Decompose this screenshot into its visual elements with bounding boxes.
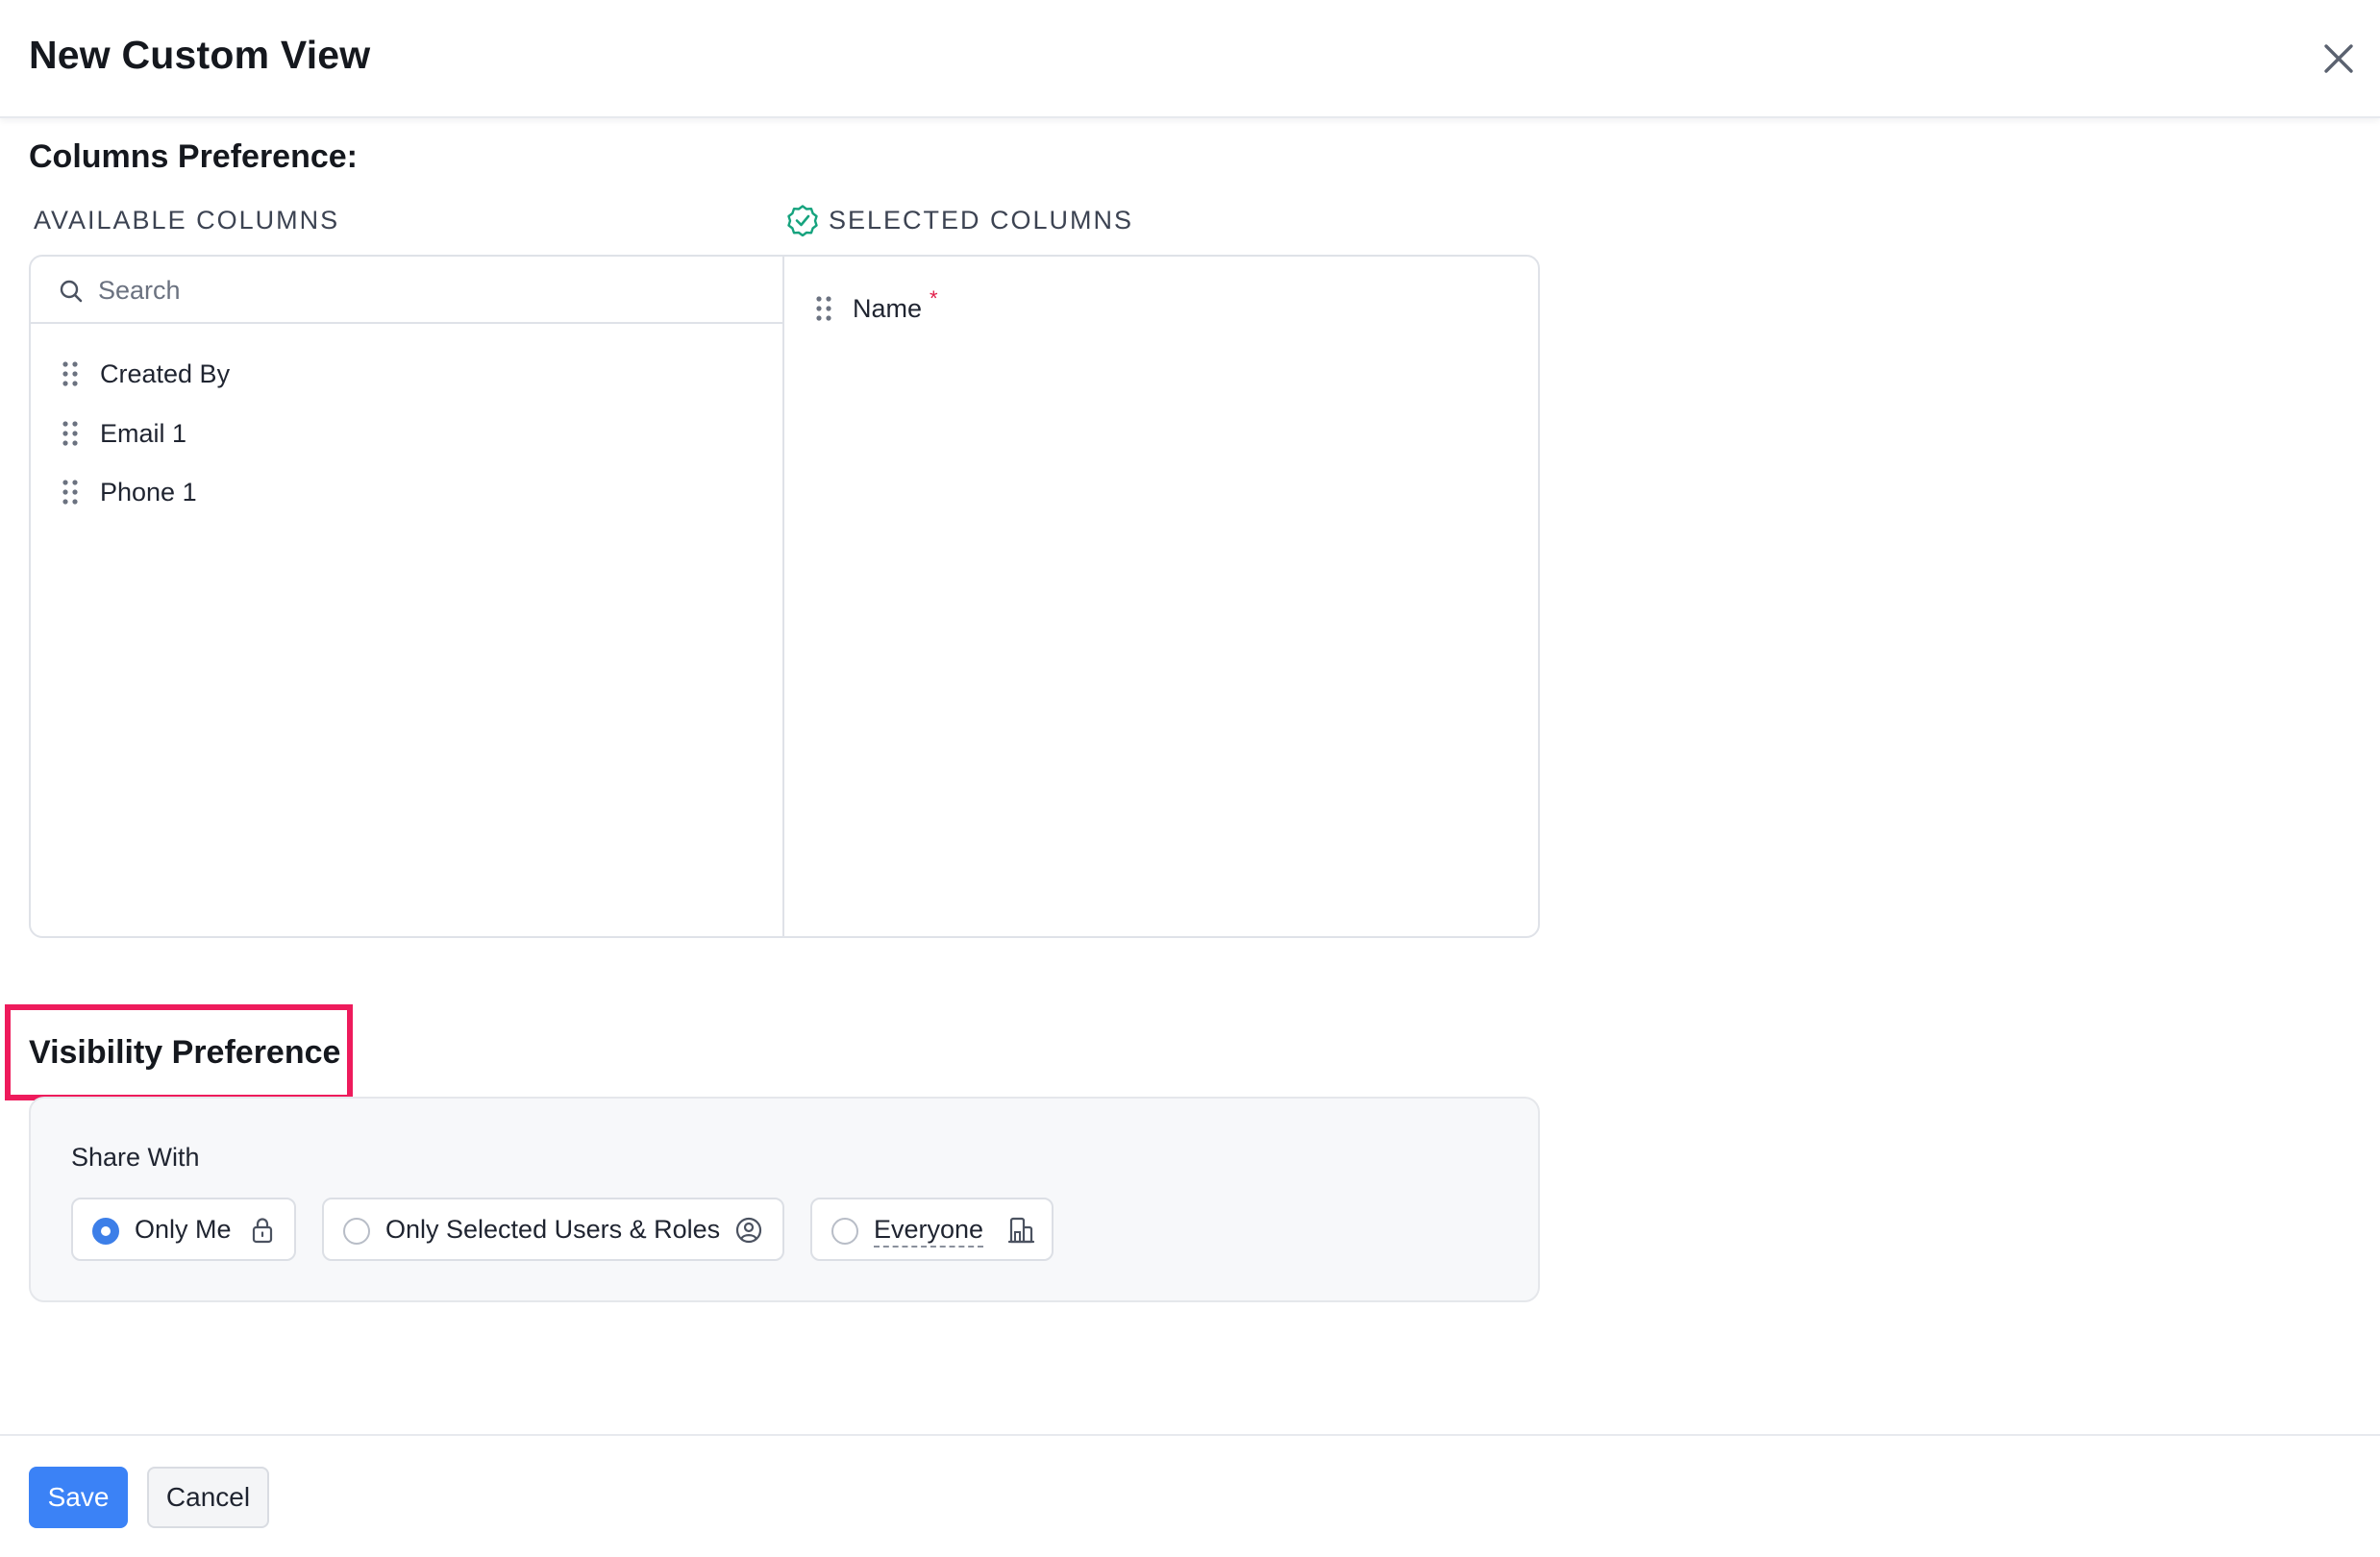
dialog-footer: Save Cancel — [0, 1434, 2380, 1557]
column-name: Name — [853, 293, 923, 323]
radio-everyone[interactable] — [831, 1218, 858, 1245]
search-icon — [60, 280, 83, 303]
check-badge-icon — [787, 205, 818, 236]
radio-only-me[interactable] — [92, 1218, 119, 1245]
available-columns-heading: AVAILABLE COLUMNS — [34, 206, 340, 235]
option-only-me[interactable]: Only Me — [71, 1198, 296, 1261]
drag-handle-icon[interactable] — [815, 294, 832, 323]
save-button[interactable]: Save — [29, 1467, 128, 1528]
option-selected-users-roles[interactable]: Only Selected Users & Roles — [322, 1198, 784, 1261]
building-icon — [1007, 1217, 1035, 1244]
option-label: Everyone — [874, 1215, 984, 1248]
column-label: Created By — [100, 358, 231, 388]
search-input[interactable] — [98, 266, 761, 314]
option-everyone[interactable]: Everyone — [810, 1198, 1054, 1261]
columns-picker: Created By Email 1 P — [29, 255, 1540, 938]
close-icon — [2324, 44, 2353, 73]
required-marker: * — [930, 285, 938, 310]
available-columns-panel: Created By Email 1 P — [31, 257, 784, 936]
column-label: Name * — [853, 286, 938, 324]
available-column-item[interactable]: Email 1 — [31, 408, 781, 458]
drag-handle-icon[interactable] — [62, 419, 79, 448]
column-label: Email 1 — [100, 418, 187, 448]
option-label: Only Selected Users & Roles — [385, 1215, 721, 1244]
option-label: Only Me — [135, 1215, 232, 1244]
dialog-title: New Custom View — [29, 33, 371, 77]
available-column-item[interactable]: Phone 1 — [31, 467, 781, 517]
user-circle-icon — [735, 1217, 762, 1244]
selected-column-item[interactable]: Name * — [786, 284, 1536, 334]
drag-handle-icon[interactable] — [62, 478, 79, 507]
cancel-button[interactable]: Cancel — [147, 1467, 269, 1528]
search-bar — [31, 257, 784, 324]
column-label: Phone 1 — [100, 477, 197, 507]
share-with-label: Share With — [71, 1143, 200, 1172]
radio-selected-users-roles[interactable] — [343, 1218, 370, 1245]
close-button[interactable] — [2317, 37, 2361, 81]
drag-handle-icon[interactable] — [62, 359, 79, 388]
selected-columns-panel: Name * — [786, 257, 1538, 936]
selected-columns-heading: SELECTED COLUMNS — [829, 206, 1134, 235]
everyone-text: Everyone — [874, 1215, 984, 1248]
lock-icon — [252, 1218, 273, 1244]
visibility-preference-title: Visibility Preference — [29, 1034, 341, 1071]
available-column-item[interactable]: Created By — [31, 349, 781, 399]
visibility-panel: Share With Only Me Only Selected Users &… — [29, 1097, 1540, 1302]
custom-view-dialog: New Custom View Columns Preference: AVAI… — [0, 0, 2380, 1557]
dialog-header: New Custom View — [0, 0, 2380, 118]
columns-preference-title: Columns Preference: — [29, 138, 358, 175]
